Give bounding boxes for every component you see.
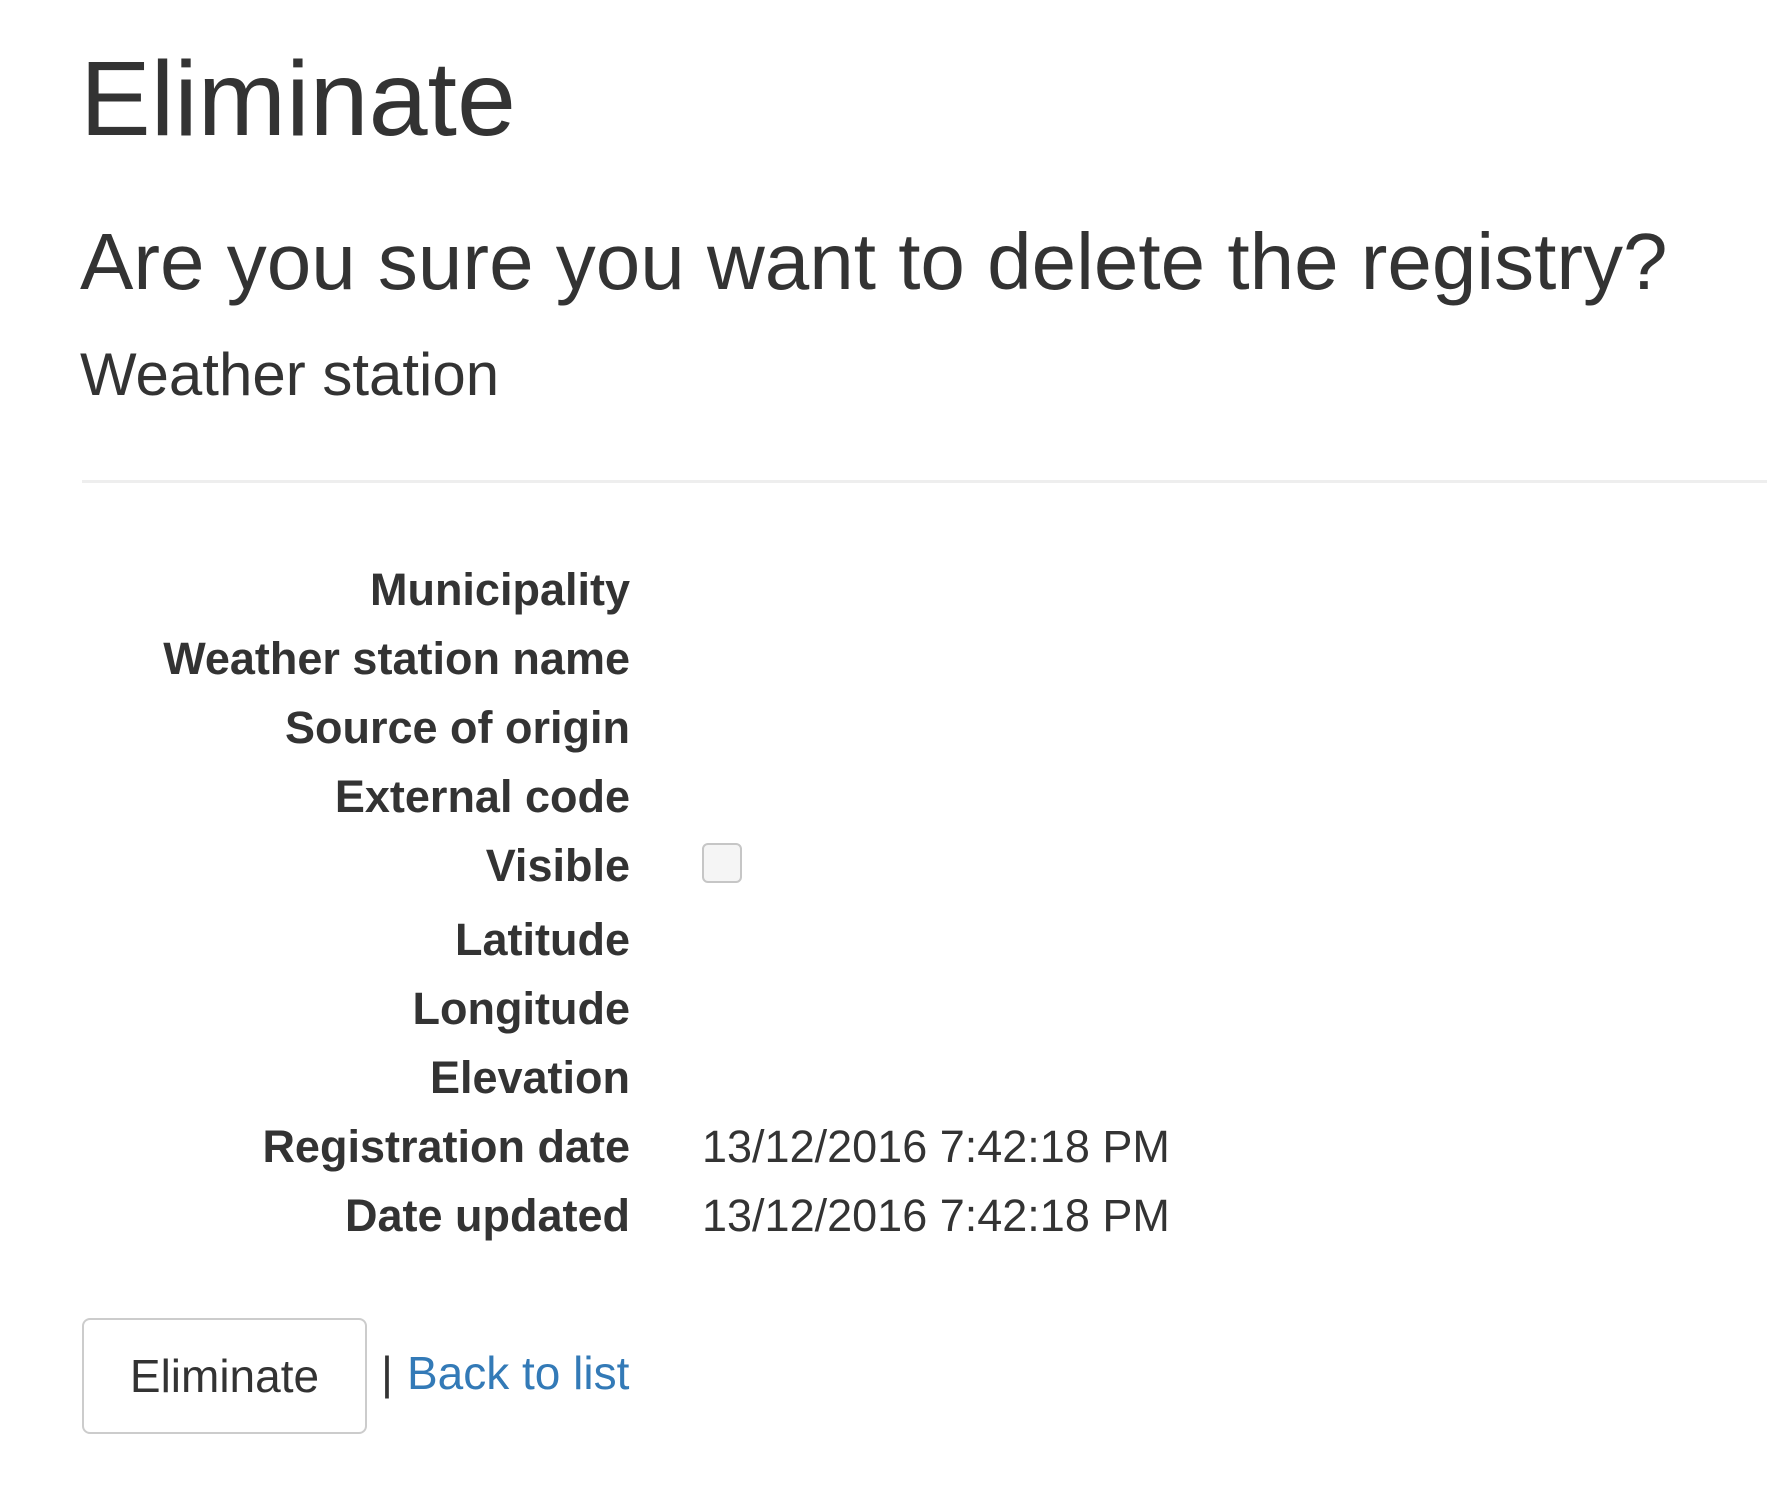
longitude-label: Longitude xyxy=(412,983,630,1034)
page-title: Eliminate xyxy=(80,40,516,158)
action-separator: | xyxy=(381,1347,393,1399)
divider xyxy=(82,480,1767,483)
detail-row-date-updated: Date updated 13/12/2016 7:42:18 PM xyxy=(0,1181,1767,1250)
detail-row-elevation: Elevation xyxy=(0,1043,1767,1112)
form-actions: Eliminate | Back to list xyxy=(82,1318,629,1434)
details-list: Municipality Weather station name Source… xyxy=(0,555,1767,1250)
detail-row-visible: Visible xyxy=(0,831,1767,905)
weather-station-name-label: Weather station name xyxy=(163,633,630,684)
detail-row-municipality: Municipality xyxy=(0,555,1767,624)
visible-label: Visible xyxy=(485,840,630,891)
registration-date-value: 13/12/2016 7:42:18 PM xyxy=(702,1121,1170,1172)
date-updated-label: Date updated xyxy=(344,1190,630,1241)
eliminate-button[interactable]: Eliminate xyxy=(82,1318,367,1434)
source-of-origin-label: Source of origin xyxy=(284,702,630,753)
detail-row-longitude: Longitude xyxy=(0,974,1767,1043)
date-updated-value: 13/12/2016 7:42:18 PM xyxy=(702,1190,1170,1241)
back-to-list-link[interactable]: Back to list xyxy=(407,1346,629,1400)
detail-row-external-code: External code xyxy=(0,762,1767,831)
visible-checkbox[interactable] xyxy=(702,843,742,883)
latitude-label: Latitude xyxy=(455,914,630,965)
detail-row-weather-station-name: Weather station name xyxy=(0,624,1767,693)
external-code-label: External code xyxy=(334,771,630,822)
detail-row-latitude: Latitude xyxy=(0,905,1767,974)
confirm-question: Are you sure you want to delete the regi… xyxy=(80,217,1668,306)
municipality-label: Municipality xyxy=(369,564,630,615)
elevation-label: Elevation xyxy=(429,1052,630,1103)
detail-row-source-of-origin: Source of origin xyxy=(0,693,1767,762)
registration-date-label: Registration date xyxy=(262,1121,630,1172)
delete-confirmation-page: Eliminate Are you sure you want to delet… xyxy=(0,0,1767,1492)
entity-name: Weather station xyxy=(80,341,500,408)
detail-row-registration-date: Registration date 13/12/2016 7:42:18 PM xyxy=(0,1112,1767,1181)
